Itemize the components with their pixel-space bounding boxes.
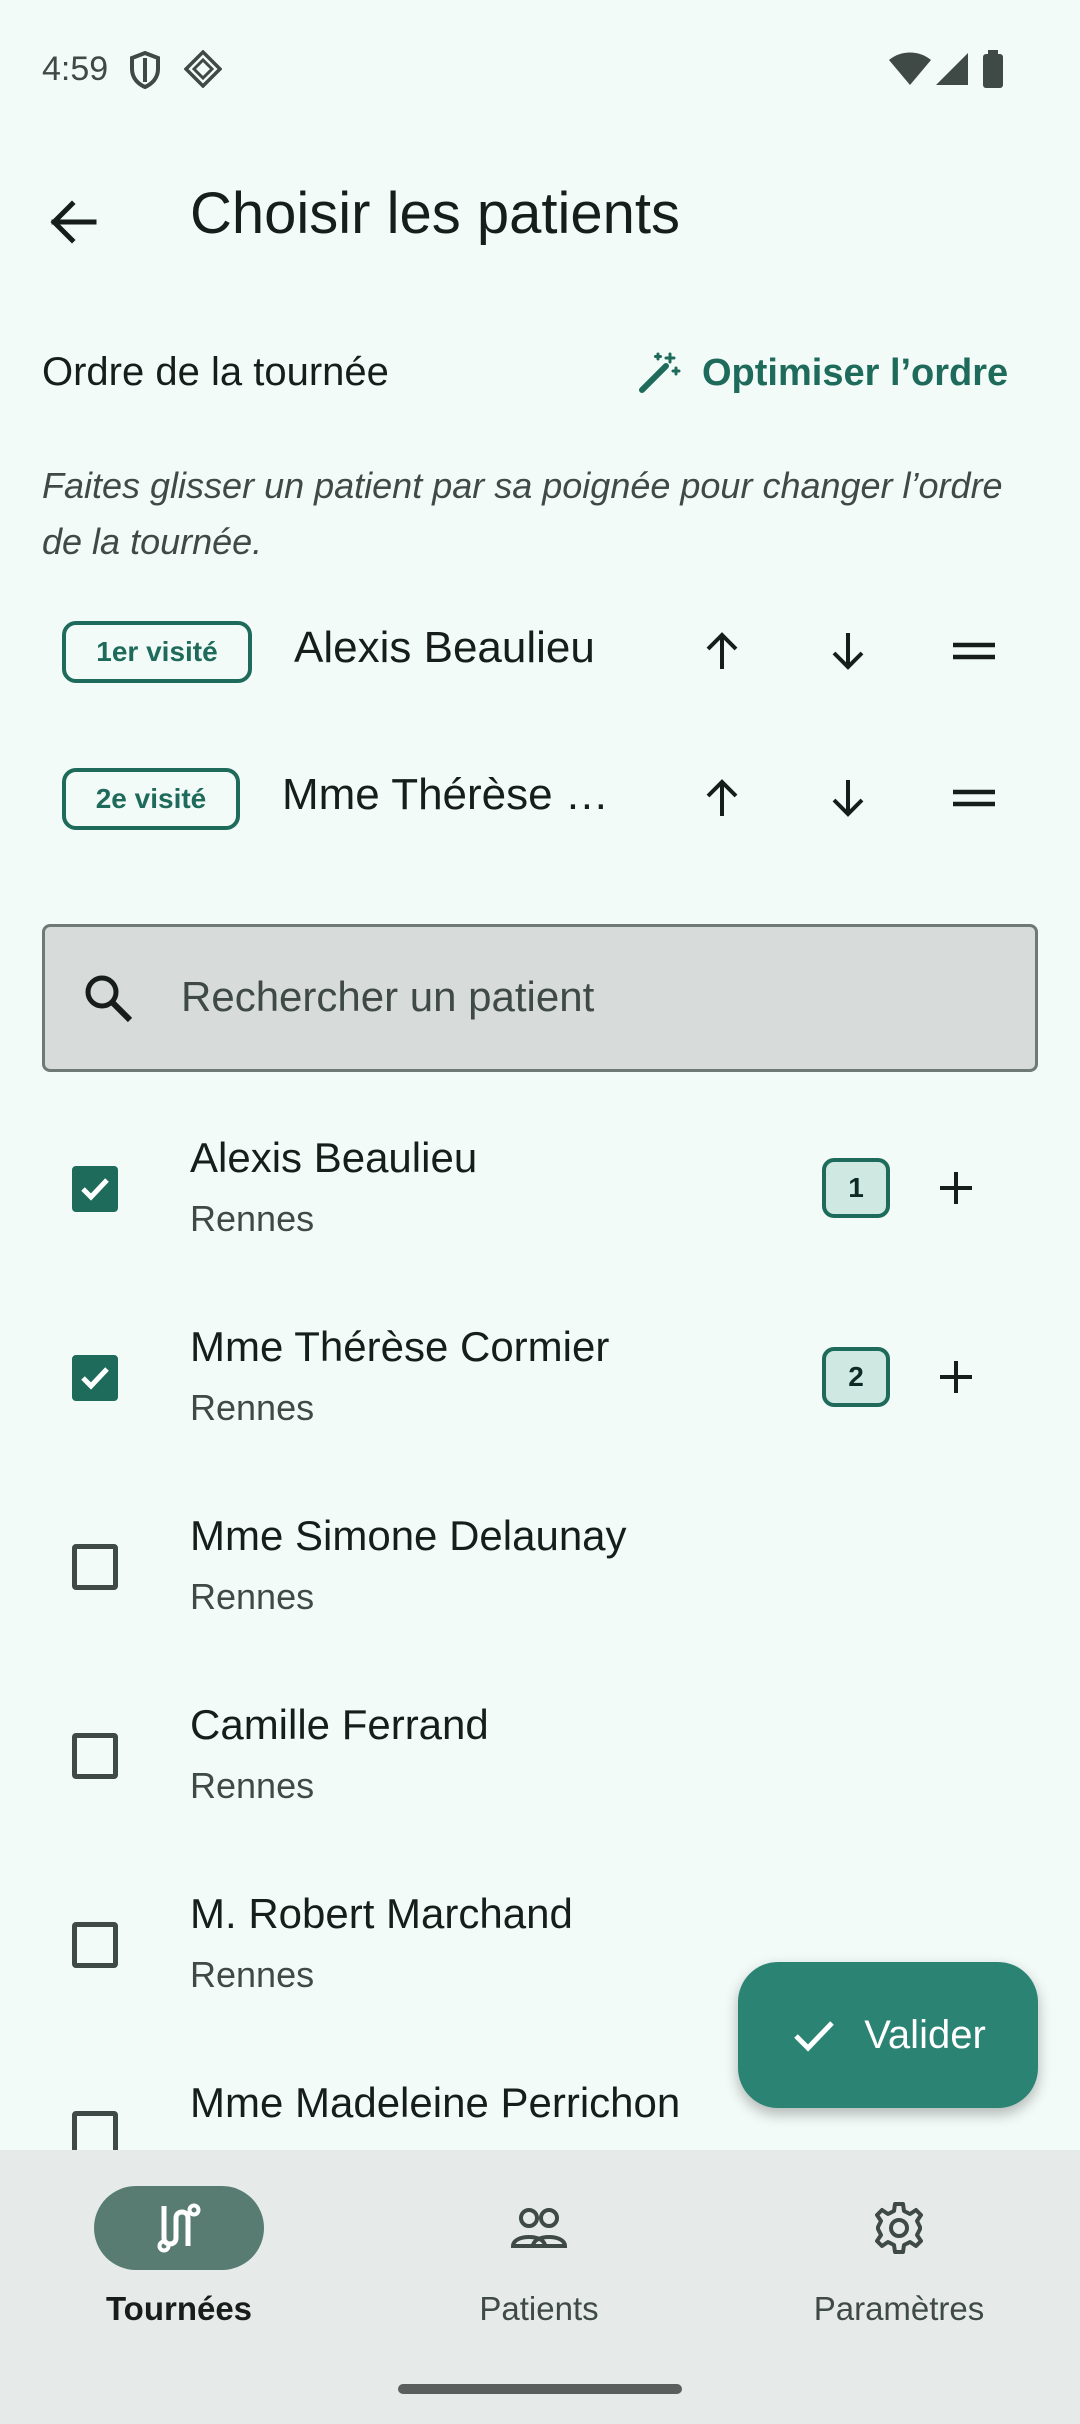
list-item[interactable]: Mme Simone Delaunay Rennes	[0, 1472, 1080, 1660]
optimize-order-label: Optimiser l’ordre	[702, 351, 1009, 394]
magic-wand-icon	[639, 352, 681, 393]
arrow-up-icon	[706, 632, 738, 669]
bottom-navigation: Tournées Patients Paramètres	[0, 2150, 1080, 2424]
wifi-icon	[888, 52, 932, 91]
order-patient-name: Mme Thérèse …	[282, 770, 609, 819]
nav-label: Patients	[479, 2290, 599, 2327]
patient-checkbox[interactable]	[72, 1166, 118, 1212]
move-down-button[interactable]	[812, 615, 884, 687]
order-row: 1er visité Alexis Beaulieu	[0, 585, 1080, 715]
order-row: 2e visité Mme Thérèse …	[0, 732, 1080, 862]
move-down-button[interactable]	[812, 762, 884, 834]
arrow-back-icon	[50, 200, 97, 244]
move-up-button[interactable]	[686, 615, 758, 687]
visit-order-badge: 1er visité	[62, 621, 252, 683]
arrow-down-icon	[832, 780, 864, 817]
nav-label: Paramètres	[813, 2290, 985, 2327]
search-input[interactable]: Rechercher un patient	[42, 924, 1038, 1072]
patient-checkbox[interactable]	[72, 1733, 118, 1779]
patient-name: Mme Simone Delaunay	[190, 1512, 627, 1559]
patient-city: Rennes	[190, 1954, 315, 1995]
search-icon	[81, 971, 135, 1030]
move-up-button[interactable]	[686, 762, 758, 834]
people-icon	[510, 2208, 568, 2248]
plus-icon	[940, 1361, 972, 1393]
status-bar: 4:59	[0, 0, 1080, 140]
patient-checkbox[interactable]	[72, 1922, 118, 1968]
check-icon	[81, 1178, 109, 1201]
add-visit-button[interactable]	[920, 1152, 992, 1224]
home-indicator[interactable]	[398, 2384, 682, 2394]
nav-item-tournees[interactable]: Tournées	[12, 2186, 312, 2346]
nav-pill	[94, 2186, 264, 2270]
app-bar: Choisir les patients	[0, 160, 1080, 272]
check-icon	[794, 2021, 835, 2052]
gear-icon	[875, 2202, 923, 2254]
drag-handle[interactable]	[938, 615, 1010, 687]
order-patient-name: Alexis Beaulieu	[294, 623, 595, 672]
drag-handle[interactable]	[938, 762, 1010, 834]
drag-handle-icon	[953, 789, 995, 807]
patient-city: Rennes	[190, 1576, 315, 1617]
order-number-chip: 2	[822, 1347, 890, 1407]
nav-item-patients[interactable]: Patients	[372, 2186, 672, 2346]
patient-city: Rennes	[190, 1198, 315, 1239]
nav-label: Tournées	[105, 2290, 253, 2327]
nav-pill	[814, 2186, 984, 2270]
shield-icon	[128, 50, 162, 95]
validate-button[interactable]: Valider	[738, 1962, 1038, 2108]
back-button[interactable]	[36, 186, 108, 258]
patient-city: Rennes	[190, 1765, 315, 1806]
order-section-title: Ordre de la tournée	[42, 350, 389, 394]
patient-name: Mme Thérèse Cormier	[190, 1323, 610, 1370]
patient-name: M. Robert Marchand	[190, 1890, 573, 1937]
search-placeholder: Rechercher un patient	[181, 973, 595, 1020]
arrow-up-icon	[706, 779, 738, 816]
patient-checkbox[interactable]	[72, 1544, 118, 1590]
battery-icon	[982, 50, 1004, 93]
plus-icon	[940, 1172, 972, 1204]
status-time: 4:59	[42, 50, 109, 88]
nav-pill	[454, 2186, 624, 2270]
diamond-icon	[183, 49, 223, 93]
list-item[interactable]: Alexis Beaulieu Rennes 1	[0, 1094, 1080, 1282]
drag-handle-icon	[953, 642, 995, 660]
patient-checkbox[interactable]	[72, 2111, 118, 2150]
patient-city: Rennes	[190, 1387, 315, 1428]
list-item[interactable]: Camille Ferrand Rennes	[0, 1661, 1080, 1849]
route-icon	[157, 2203, 201, 2253]
patient-name: Alexis Beaulieu	[190, 1134, 478, 1181]
add-visit-button[interactable]	[920, 1341, 992, 1413]
check-icon	[81, 1367, 109, 1390]
visit-order-badge: 2e visité	[62, 768, 240, 830]
arrow-down-icon	[832, 633, 864, 670]
patient-checkbox[interactable]	[72, 1355, 118, 1401]
optimize-order-button[interactable]: Optimiser l’ordre	[636, 350, 1008, 396]
patient-name: Mme Madeleine Perrichon	[190, 2079, 681, 2126]
drag-hint: Faites glisser un patient par sa poignée…	[42, 465, 1003, 562]
patient-name: Camille Ferrand	[190, 1701, 489, 1748]
nav-item-parametres[interactable]: Paramètres	[732, 2186, 1032, 2346]
list-item[interactable]: Mme Thérèse Cormier Rennes 2	[0, 1283, 1080, 1471]
signal-icon	[934, 52, 970, 91]
validate-label: Valider	[864, 2012, 986, 2057]
page-title: Choisir les patients	[190, 181, 680, 246]
order-number-chip: 1	[822, 1158, 890, 1218]
